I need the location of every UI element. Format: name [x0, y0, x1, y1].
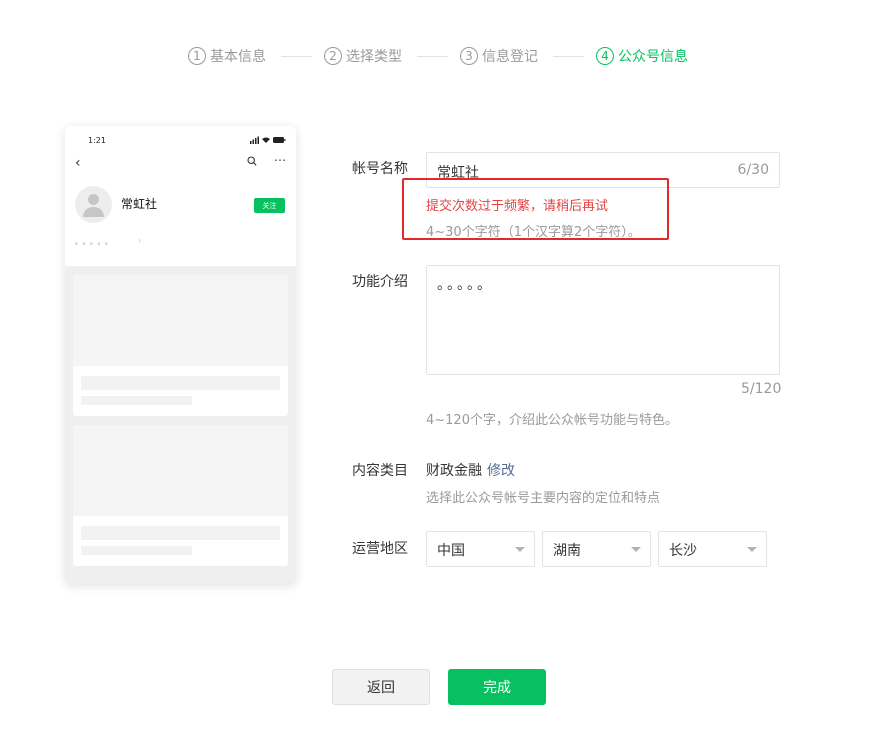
intro-counter: 5/120: [741, 381, 782, 397]
article-title-placeholder: [81, 526, 280, 540]
status-time: 1:21: [88, 136, 106, 145]
region-label: 运营地区: [352, 541, 408, 557]
step-select-type: 2 选择类型: [324, 44, 402, 68]
preview-account-name: 常虹社: [121, 197, 158, 211]
step-registration: 3 信息登记: [460, 44, 538, 68]
back-arrow-icon: ‹: [75, 155, 81, 171]
step-label: 公众号信息: [618, 49, 688, 65]
step-number: 1: [188, 47, 206, 65]
phone-preview: 1:21 ‹ ⋯ 常虹社 关注 。。。。。 ›: [65, 126, 296, 584]
province-value: 湖南: [553, 543, 581, 559]
step-label: 信息登记: [482, 49, 538, 65]
country-value: 中国: [437, 543, 465, 559]
preview-header: 1:21 ‹ ⋯ 常虹社 关注 。。。。。 ›: [65, 126, 296, 266]
done-button[interactable]: 完成: [448, 669, 546, 705]
article-subtitle-placeholder: [81, 396, 192, 405]
province-select[interactable]: 湖南: [542, 531, 651, 567]
chevron-down-icon: [631, 547, 641, 552]
account-name-counter: 6/30: [737, 162, 769, 178]
intro-hint: 4~120个字，介绍此公众帐号功能与特色。: [426, 413, 678, 428]
step-divider: [281, 56, 312, 57]
country-select[interactable]: 中国: [426, 531, 535, 567]
step-basic-info: 1 基本信息: [188, 44, 266, 68]
category-hint: 选择此公众号帐号主要内容的定位和特点: [426, 491, 661, 506]
signal-wifi-battery-icon: [250, 136, 286, 144]
step-label: 选择类型: [346, 49, 402, 65]
step-number: 3: [460, 47, 478, 65]
chevron-right-icon: ›: [138, 236, 142, 245]
chevron-down-icon: [747, 547, 757, 552]
preview-follow-button: 关注: [254, 198, 285, 213]
article-image-placeholder: [73, 275, 288, 366]
city-select[interactable]: 长沙: [658, 531, 767, 567]
intro-value[interactable]: 。。。。。: [437, 274, 494, 294]
step-divider: [553, 56, 584, 57]
account-name-label: 帐号名称: [352, 161, 408, 177]
preview-article-card: [73, 275, 288, 416]
step-label: 基本信息: [210, 49, 266, 65]
category-edit-link[interactable]: 修改: [487, 460, 515, 480]
category-label: 内容类目: [352, 463, 408, 479]
progress-steps: 1 基本信息 2 选择类型 3 信息登记 4 公众号信息: [0, 44, 891, 68]
preview-intro: 。。。。。: [75, 238, 116, 246]
article-title-placeholder: [81, 376, 280, 390]
avatar-placeholder-icon: [75, 186, 112, 223]
more-icon: ⋯: [274, 153, 286, 167]
back-button[interactable]: 返回: [332, 669, 430, 705]
step-number: 2: [324, 47, 342, 65]
step-divider: [417, 56, 448, 57]
intro-textarea[interactable]: 。。。。。: [426, 265, 780, 375]
preview-article-card: [73, 425, 288, 566]
step-number: 4: [596, 47, 614, 65]
status-bar-icons: [250, 136, 286, 146]
account-name-hint: 4~30个字符（1个汉字算2个字符）。: [426, 225, 641, 240]
article-subtitle-placeholder: [81, 546, 192, 555]
step-account-info: 4 公众号信息: [596, 44, 688, 68]
chevron-down-icon: [515, 547, 525, 552]
city-value: 长沙: [669, 543, 697, 559]
search-icon: [247, 156, 257, 169]
article-image-placeholder: [73, 425, 288, 516]
account-name-error: 提交次数过于频繁，请稍后再试: [426, 199, 609, 214]
category-value: 财政金融: [426, 463, 482, 479]
intro-label: 功能介绍: [352, 274, 408, 290]
